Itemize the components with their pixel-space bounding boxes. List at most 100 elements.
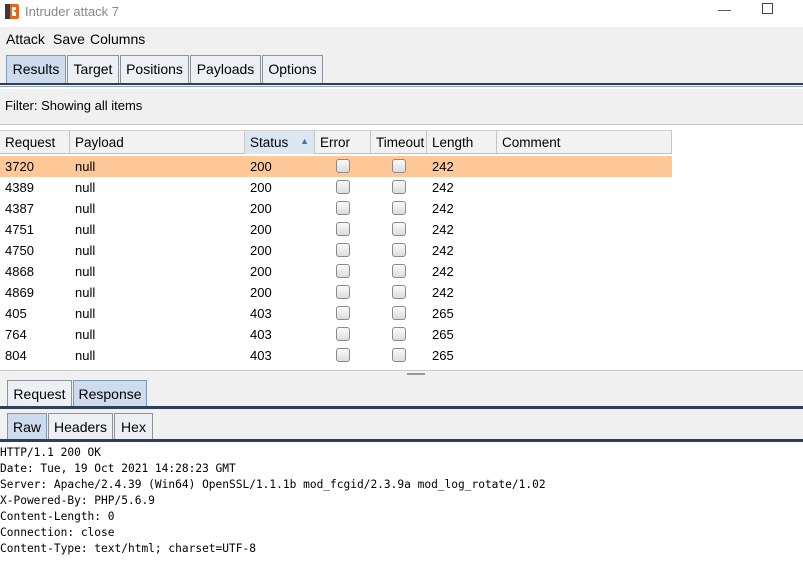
cell-payload: null bbox=[75, 327, 96, 342]
table-header: Request Payload Status ▲ Error Timeout L… bbox=[0, 130, 672, 154]
error-checkbox[interactable] bbox=[336, 159, 350, 173]
timeout-checkbox[interactable] bbox=[392, 285, 406, 299]
window-title: Intruder attack 7 bbox=[25, 4, 119, 19]
results-table: Request Payload Status ▲ Error Timeout L… bbox=[0, 130, 803, 370]
cell-status: 200 bbox=[250, 180, 272, 195]
cell-status: 200 bbox=[250, 201, 272, 216]
burp-logo-icon bbox=[5, 4, 19, 19]
maximize-icon[interactable] bbox=[762, 3, 773, 14]
tab-positions[interactable]: Positions bbox=[120, 55, 189, 84]
tab-results[interactable]: Results bbox=[6, 55, 66, 84]
response-line: Content-Type: text/html; charset=UTF-8 bbox=[0, 542, 256, 555]
error-checkbox[interactable] bbox=[336, 348, 350, 362]
menu-save[interactable]: Save bbox=[53, 31, 85, 47]
col-request[interactable]: Request bbox=[0, 131, 70, 154]
cell-status: 403 bbox=[250, 348, 272, 363]
filter-bar[interactable]: Filter: Showing all items bbox=[0, 89, 803, 125]
cell-payload: null bbox=[75, 222, 96, 237]
cell-length: 265 bbox=[432, 306, 454, 321]
tab-target[interactable]: Target bbox=[67, 55, 119, 84]
error-checkbox[interactable] bbox=[336, 327, 350, 341]
table-row[interactable]: 405 null 403 265 bbox=[0, 303, 672, 324]
cell-payload: null bbox=[75, 159, 96, 174]
error-checkbox[interactable] bbox=[336, 243, 350, 257]
main-tab-bar: Results Target Positions Payloads Option… bbox=[0, 51, 803, 87]
detail-tab-underline bbox=[0, 406, 803, 409]
tab-response[interactable]: Response bbox=[73, 380, 147, 409]
cell-request: 4750 bbox=[5, 243, 34, 258]
col-status[interactable]: Status ▲ bbox=[245, 131, 315, 154]
table-row[interactable]: 4869 null 200 242 bbox=[0, 282, 672, 303]
cell-request: 4869 bbox=[5, 285, 34, 300]
tab-request[interactable]: Request bbox=[7, 380, 72, 409]
table-row[interactable]: 804 null 403 265 bbox=[0, 345, 672, 366]
cell-length: 242 bbox=[432, 243, 454, 258]
cell-payload: null bbox=[75, 180, 96, 195]
minimize-icon[interactable]: — bbox=[718, 2, 731, 20]
cell-request: 405 bbox=[5, 306, 27, 321]
timeout-checkbox[interactable] bbox=[392, 264, 406, 278]
error-checkbox[interactable] bbox=[336, 180, 350, 194]
timeout-checkbox[interactable] bbox=[392, 348, 406, 362]
cell-request: 4387 bbox=[5, 201, 34, 216]
tab-options[interactable]: Options bbox=[262, 55, 323, 84]
table-row[interactable]: 4751 null 200 242 bbox=[0, 219, 672, 240]
cell-length: 242 bbox=[432, 285, 454, 300]
response-line: HTTP/1.1 200 OK bbox=[0, 446, 102, 459]
view-tab-bar: Raw Headers Hex bbox=[0, 410, 803, 442]
detail-tab-bar: Request Response bbox=[0, 377, 803, 410]
timeout-checkbox[interactable] bbox=[392, 201, 406, 215]
error-checkbox[interactable] bbox=[336, 201, 350, 215]
table-row[interactable]: 4868 null 200 242 bbox=[0, 261, 672, 282]
timeout-checkbox[interactable] bbox=[392, 243, 406, 257]
cell-status: 200 bbox=[250, 159, 272, 174]
timeout-checkbox[interactable] bbox=[392, 180, 406, 194]
cell-status: 200 bbox=[250, 264, 272, 279]
table-row[interactable]: 4389 null 200 242 bbox=[0, 177, 672, 198]
cell-status: 200 bbox=[250, 285, 272, 300]
filter-label: Filter: Showing all items bbox=[5, 98, 143, 113]
error-checkbox[interactable] bbox=[336, 222, 350, 236]
error-checkbox[interactable] bbox=[336, 264, 350, 278]
error-checkbox[interactable] bbox=[336, 285, 350, 299]
cell-request: 804 bbox=[5, 348, 27, 363]
table-row[interactable]: 3720 null 200 242 bbox=[0, 156, 672, 177]
response-raw-view[interactable]: HTTP/1.1 200 OK Date: Tue, 19 Oct 2021 1… bbox=[0, 445, 803, 577]
table-row[interactable]: 4750 null 200 242 bbox=[0, 240, 672, 261]
col-error[interactable]: Error bbox=[315, 131, 371, 154]
col-length[interactable]: Length bbox=[427, 131, 497, 154]
timeout-checkbox[interactable] bbox=[392, 306, 406, 320]
response-line: X-Powered-By: PHP/5.6.9 bbox=[0, 494, 155, 507]
timeout-checkbox[interactable] bbox=[392, 159, 406, 173]
cell-request: 4389 bbox=[5, 180, 34, 195]
cell-length: 242 bbox=[432, 159, 454, 174]
cell-request: 764 bbox=[5, 327, 27, 342]
tab-payloads[interactable]: Payloads bbox=[190, 55, 261, 84]
table-row[interactable]: 4387 null 200 242 bbox=[0, 198, 672, 219]
col-comment[interactable]: Comment bbox=[497, 131, 672, 154]
menu-bar: Attack Save Columns bbox=[0, 27, 803, 51]
tab-raw[interactable]: Raw bbox=[7, 413, 47, 442]
timeout-checkbox[interactable] bbox=[392, 327, 406, 341]
tab-hex[interactable]: Hex bbox=[114, 413, 153, 442]
cell-length: 242 bbox=[432, 201, 454, 216]
col-timeout[interactable]: Timeout bbox=[371, 131, 427, 154]
menu-columns[interactable]: Columns bbox=[90, 31, 145, 47]
cell-length: 242 bbox=[432, 180, 454, 195]
response-line: Content-Length: 0 bbox=[0, 510, 115, 523]
error-checkbox[interactable] bbox=[336, 306, 350, 320]
table-row[interactable]: 764 null 403 265 bbox=[0, 324, 672, 345]
cell-length: 265 bbox=[432, 327, 454, 342]
pane-splitter[interactable] bbox=[0, 370, 803, 377]
cell-payload: null bbox=[75, 306, 96, 321]
col-payload[interactable]: Payload bbox=[70, 131, 245, 154]
tab-headers[interactable]: Headers bbox=[48, 413, 113, 442]
view-tab-underline bbox=[0, 439, 803, 442]
timeout-checkbox[interactable] bbox=[392, 222, 406, 236]
splitter-grip-icon[interactable] bbox=[407, 373, 425, 375]
menu-attack[interactable]: Attack bbox=[6, 31, 45, 47]
cell-payload: null bbox=[75, 348, 96, 363]
cell-status: 403 bbox=[250, 327, 272, 342]
cell-request: 4751 bbox=[5, 222, 34, 237]
cell-length: 242 bbox=[432, 222, 454, 237]
